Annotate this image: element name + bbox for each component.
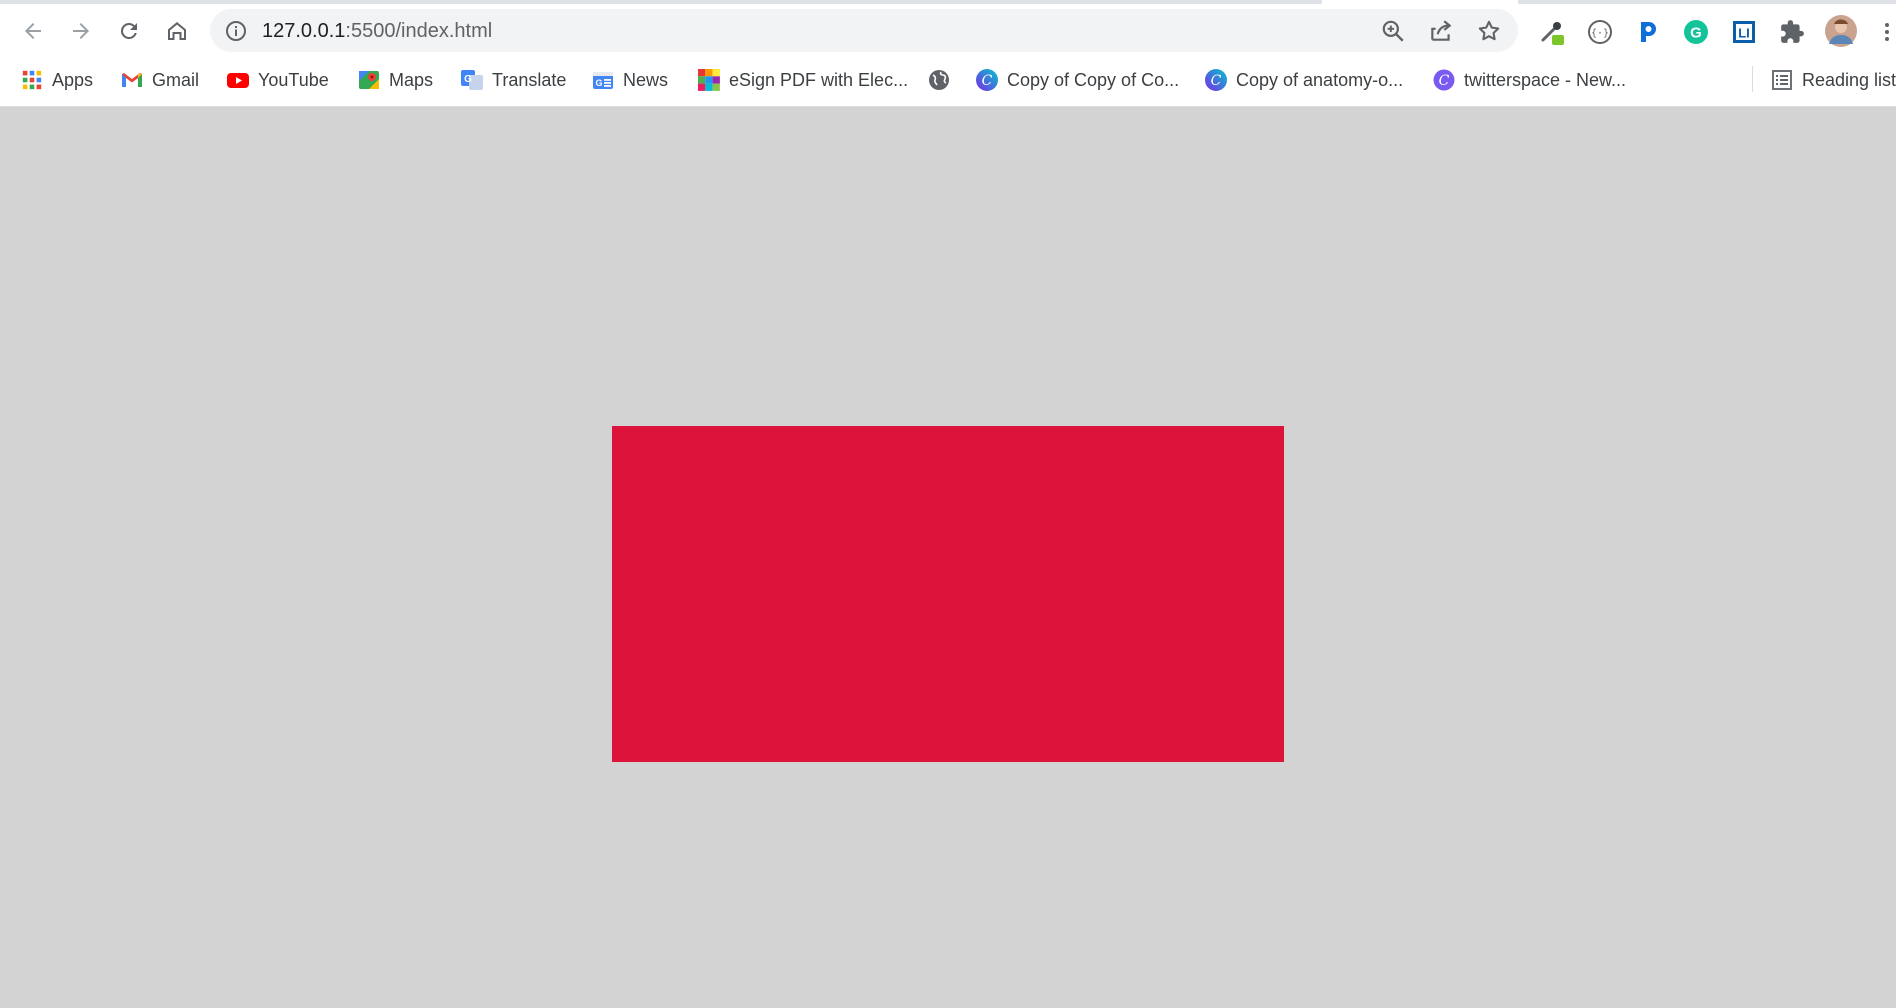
bookmark-apps[interactable]: Apps xyxy=(20,66,93,94)
bookmark-esign[interactable]: eSign PDF with Elec... xyxy=(697,66,908,94)
reading-list-label: Reading list xyxy=(1802,69,1896,90)
url-text[interactable]: 127.0.0.1:5500/index.html xyxy=(262,20,492,43)
zoom-icon[interactable] xyxy=(1380,18,1406,44)
p-logo-icon xyxy=(1641,22,1656,42)
red-rectangle xyxy=(612,426,1284,762)
reload-icon xyxy=(121,23,137,39)
svg-text:G: G xyxy=(1690,25,1702,42)
svg-text:G: G xyxy=(595,78,602,88)
tab-strip xyxy=(0,0,1896,4)
bookmark-globe[interactable] xyxy=(927,66,951,94)
eyedropper-icon xyxy=(1541,22,1564,45)
maps-icon xyxy=(357,68,381,92)
grammarly-icon: G xyxy=(1684,20,1708,44)
arrow-right-icon xyxy=(73,23,89,39)
li-logo-icon: LI xyxy=(1733,21,1755,43)
bookmark-label: Translate xyxy=(492,69,567,90)
active-tab[interactable] xyxy=(1322,0,1518,4)
menu-button[interactable] xyxy=(1878,18,1896,46)
bookmark-label: Gmail xyxy=(152,69,200,90)
canva-icon: C xyxy=(1432,68,1456,92)
address-bar[interactable]: 127.0.0.1:5500/index.html xyxy=(210,9,1518,52)
home-icon xyxy=(168,22,186,40)
bookmark-translate[interactable]: G Translate xyxy=(460,66,566,94)
json-extension-button[interactable]: {·} xyxy=(1586,18,1614,46)
url-host: 127.0.0.1 xyxy=(262,20,346,42)
bookmark-canva-2[interactable]: C Copy of anatomy-o... xyxy=(1204,66,1403,94)
bookmark-maps[interactable]: Maps xyxy=(357,66,433,94)
back-button[interactable] xyxy=(13,11,53,51)
apps-grid-icon xyxy=(20,68,44,92)
bookmark-canva-1[interactable]: C Copy of Copy of Co... xyxy=(975,66,1179,94)
svg-text:{·}: {·} xyxy=(1591,28,1609,39)
arrow-left-icon xyxy=(25,23,41,39)
bookmark-canva-3[interactable]: C twitterspace - New... xyxy=(1432,66,1626,94)
extensions-button[interactable] xyxy=(1778,18,1806,46)
bookmark-gmail[interactable]: Gmail xyxy=(120,66,199,94)
reload-button[interactable] xyxy=(109,11,149,51)
puzzle-piece-icon xyxy=(1781,20,1804,43)
forward-button[interactable] xyxy=(61,11,101,51)
youtube-icon xyxy=(226,68,250,92)
globe-icon xyxy=(927,68,951,92)
esign-icon xyxy=(697,68,721,92)
url-path: :5500/index.html xyxy=(345,20,493,42)
bookmark-youtube[interactable]: YouTube xyxy=(226,66,329,94)
avatar-icon xyxy=(1825,15,1857,47)
reading-list-button[interactable]: Reading list xyxy=(1770,66,1896,94)
browser-chrome: 127.0.0.1:5500/index.html {·} G LI Apps … xyxy=(0,0,1896,107)
svg-text:C: C xyxy=(982,73,993,89)
home-button[interactable] xyxy=(157,11,197,51)
canva-icon: C xyxy=(1204,68,1228,92)
bookmark-label: YouTube xyxy=(258,69,329,90)
eyedropper-extension-button[interactable] xyxy=(1538,18,1566,46)
browser-toolbar: 127.0.0.1:5500/index.html {·} G LI xyxy=(0,6,1896,56)
site-info-icon[interactable] xyxy=(224,19,248,43)
news-icon: G xyxy=(591,68,615,92)
bookmark-star-icon[interactable] xyxy=(1476,18,1502,44)
kebab-menu-icon xyxy=(1885,23,1889,41)
svg-text:C: C xyxy=(1211,73,1222,89)
svg-text:G: G xyxy=(464,74,472,85)
translate-icon: G xyxy=(460,68,484,92)
p-extension-button[interactable] xyxy=(1634,18,1662,46)
bookmark-label: Copy of Copy of Co... xyxy=(1007,69,1180,90)
gmail-icon xyxy=(120,68,144,92)
grammarly-extension-button[interactable]: G xyxy=(1682,18,1710,46)
li-extension-button[interactable]: LI xyxy=(1730,18,1758,46)
svg-text:LI: LI xyxy=(1738,26,1750,41)
profile-avatar[interactable] xyxy=(1824,14,1858,48)
json-braces-icon: {·} xyxy=(1588,20,1612,44)
bookmark-label: eSign PDF with Elec... xyxy=(729,69,909,90)
bookmarks-bar: Apps Gmail YouTube Maps G Translate G Ne… xyxy=(0,62,1896,96)
canva-icon: C xyxy=(975,68,999,92)
share-icon[interactable] xyxy=(1428,18,1454,44)
page-viewport xyxy=(0,107,1896,1008)
bookmark-label: Copy of anatomy-o... xyxy=(1236,69,1404,90)
bookmark-label: Maps xyxy=(389,69,434,90)
svg-text:C: C xyxy=(1439,73,1450,89)
bookmark-label: Apps xyxy=(52,69,94,90)
bookmark-news[interactable]: G News xyxy=(591,66,668,94)
bookmarks-divider xyxy=(1752,66,1753,92)
bookmark-label: twitterspace - New... xyxy=(1464,69,1627,90)
reading-list-icon xyxy=(1770,68,1794,92)
bookmark-label: News xyxy=(623,69,669,90)
